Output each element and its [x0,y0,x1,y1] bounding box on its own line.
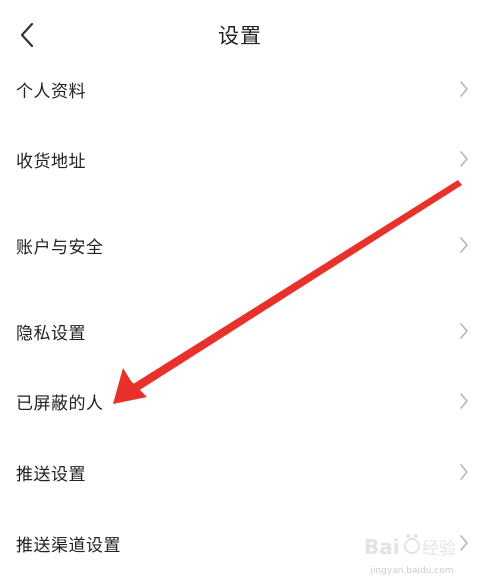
top-navigation-bar: 设置 [0,0,480,66]
menu-item-label: 个人资料 [16,82,86,102]
menu-item-label: 已屏蔽的人 [16,394,104,414]
menu-item-account-security[interactable]: 账户与安全 [0,221,480,269]
menu-item-label: 收货地址 [16,152,86,172]
chevron-right-icon [460,464,468,480]
menu-item-profile[interactable]: 个人资料 [0,65,480,113]
arrow-shaft [130,180,462,393]
menu-item-privacy-settings[interactable]: 隐私设置 [0,307,480,355]
chevron-right-icon [460,535,468,551]
chevron-right-icon [460,151,468,167]
page-title: 设置 [218,24,262,48]
menu-item-blocked-users[interactable]: 已屏蔽的人 [0,377,480,425]
menu-item-label: 推送设置 [16,465,86,485]
menu-item-label: 隐私设置 [16,324,86,344]
menu-item-shipping-address[interactable]: 收货地址 [0,135,480,183]
settings-screen: 设置 个人资料 收货地址 账户与安全 隐私设置 已屏蔽的人 推送设置 推送渠道设… [0,0,480,585]
chevron-right-icon [460,81,468,97]
menu-item-label: 账户与安全 [16,238,104,258]
menu-item-push-settings[interactable]: 推送设置 [0,448,480,496]
chevron-right-icon [460,237,468,253]
chevron-right-icon [460,393,468,409]
chevron-right-icon [460,323,468,339]
watermark-url: jingyan.baidu.com [370,566,454,576]
menu-item-label: 推送渠道设置 [16,536,121,556]
menu-item-push-channel-settings[interactable]: 推送渠道设置 [0,519,480,567]
